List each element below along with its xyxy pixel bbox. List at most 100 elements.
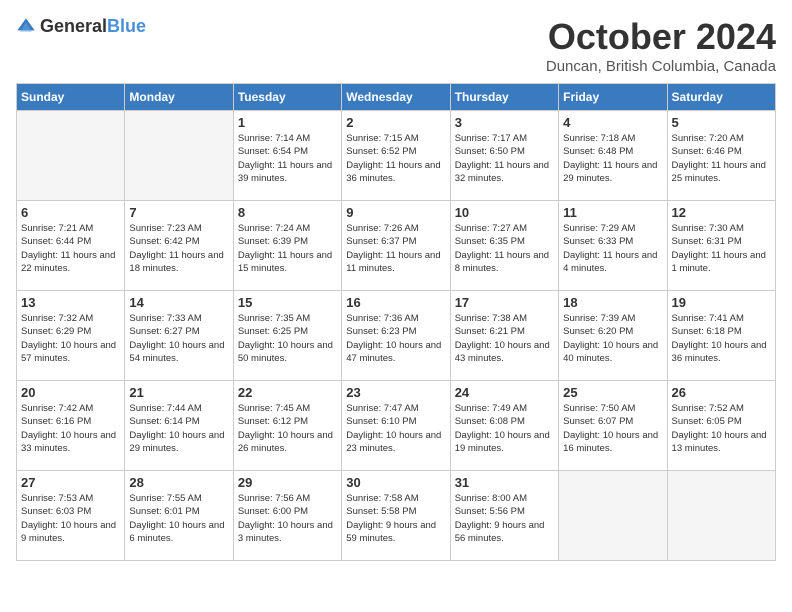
- day-number: 30: [346, 475, 445, 490]
- day-info: Sunrise: 7:15 AM Sunset: 6:52 PM Dayligh…: [346, 132, 445, 185]
- day-info: Sunrise: 7:21 AM Sunset: 6:44 PM Dayligh…: [21, 222, 120, 275]
- calendar-cell: 20Sunrise: 7:42 AM Sunset: 6:16 PM Dayli…: [17, 381, 125, 471]
- page-header: GeneralBlue October 2024 Duncan, British…: [16, 16, 776, 75]
- day-info: Sunrise: 7:14 AM Sunset: 6:54 PM Dayligh…: [238, 132, 337, 185]
- calendar-cell: 18 Sunrise: 7:39 AM Sunset: 6:20 PM Dayli…: [559, 291, 667, 381]
- month-title: October 2024: [546, 16, 776, 58]
- day-info: Sunrise: 8:00 AM Sunset: 5:56 PM Dayligh…: [455, 492, 554, 545]
- calendar-cell: 17 Sunrise: 7:38 AM Sunset: 6:21 PM Dayli…: [450, 291, 558, 381]
- day-number: 9: [346, 205, 445, 220]
- day-info: Sunrise: 7:29 AM Sunset: 6:33 PM Dayligh…: [563, 222, 662, 275]
- calendar-week-row: 6 Sunrise: 7:21 AM Sunset: 6:44 PM Daylig…: [17, 201, 776, 291]
- day-info: Sunrise: 7:56 AM Sunset: 6:00 PM Dayligh…: [238, 492, 337, 545]
- logo-text: GeneralBlue: [40, 16, 146, 37]
- calendar-cell: 16Sunrise: 7:36 AM Sunset: 6:23 PM Dayli…: [342, 291, 450, 381]
- calendar-cell: 15Sunrise: 7:35 AM Sunset: 6:25 PM Dayli…: [233, 291, 341, 381]
- calendar-cell: 22Sunrise: 7:45 AM Sunset: 6:12 PM Dayli…: [233, 381, 341, 471]
- calendar-cell: 27 Sunrise: 7:53 AM Sunset: 6:03 PM Dayli…: [17, 471, 125, 561]
- calendar-cell: [17, 111, 125, 201]
- calendar-cell: 6 Sunrise: 7:21 AM Sunset: 6:44 PM Daylig…: [17, 201, 125, 291]
- day-number: 27: [21, 475, 120, 490]
- day-number: 1: [238, 115, 337, 130]
- day-number: 4: [563, 115, 662, 130]
- day-number: 2: [346, 115, 445, 130]
- calendar-cell: 3Sunrise: 7:17 AM Sunset: 6:50 PM Daylig…: [450, 111, 558, 201]
- day-info: Sunrise: 7:20 AM Sunset: 6:46 PM Dayligh…: [672, 132, 771, 185]
- day-info: Sunrise: 7:47 AM Sunset: 6:10 PM Dayligh…: [346, 402, 445, 455]
- header-row: SundayMondayTuesdayWednesdayThursdayFrid…: [17, 84, 776, 111]
- day-number: 29: [238, 475, 337, 490]
- day-number: 7: [129, 205, 228, 220]
- calendar-cell: 13Sunrise: 7:32 AM Sunset: 6:29 PM Dayli…: [17, 291, 125, 381]
- day-number: 11: [563, 205, 662, 220]
- header-day-monday: Monday: [125, 84, 233, 111]
- calendar-cell: 7 Sunrise: 7:23 AM Sunset: 6:42 PM Daylig…: [125, 201, 233, 291]
- calendar-cell: 5 Sunrise: 7:20 AM Sunset: 6:46 PM Daylig…: [667, 111, 775, 201]
- calendar-cell: 30 Sunrise: 7:58 AM Sunset: 5:58 PM Dayli…: [342, 471, 450, 561]
- day-info: Sunrise: 7:39 AM Sunset: 6:20 PM Dayligh…: [563, 312, 662, 365]
- day-info: Sunrise: 7:35 AM Sunset: 6:25 PM Dayligh…: [238, 312, 337, 365]
- header-day-thursday: Thursday: [450, 84, 558, 111]
- day-number: 26: [672, 385, 771, 400]
- calendar-cell: [667, 471, 775, 561]
- calendar-cell: 25Sunrise: 7:50 AM Sunset: 6:07 PM Dayli…: [559, 381, 667, 471]
- day-number: 21: [129, 385, 228, 400]
- calendar-week-row: 27 Sunrise: 7:53 AM Sunset: 6:03 PM Dayli…: [17, 471, 776, 561]
- calendar-cell: 8Sunrise: 7:24 AM Sunset: 6:39 PM Daylig…: [233, 201, 341, 291]
- calendar-cell: [559, 471, 667, 561]
- day-info: Sunrise: 7:23 AM Sunset: 6:42 PM Dayligh…: [129, 222, 228, 275]
- calendar-cell: 2 Sunrise: 7:15 AM Sunset: 6:52 PM Daylig…: [342, 111, 450, 201]
- calendar-week-row: 1 Sunrise: 7:14 AM Sunset: 6:54 PM Daylig…: [17, 111, 776, 201]
- day-info: Sunrise: 7:36 AM Sunset: 6:23 PM Dayligh…: [346, 312, 445, 365]
- calendar-cell: 4 Sunrise: 7:18 AM Sunset: 6:48 PM Daylig…: [559, 111, 667, 201]
- day-info: Sunrise: 7:24 AM Sunset: 6:39 PM Dayligh…: [238, 222, 337, 275]
- calendar-cell: 9 Sunrise: 7:26 AM Sunset: 6:37 PM Daylig…: [342, 201, 450, 291]
- header-day-tuesday: Tuesday: [233, 84, 341, 111]
- day-number: 14: [129, 295, 228, 310]
- day-number: 5: [672, 115, 771, 130]
- calendar-cell: 28Sunrise: 7:55 AM Sunset: 6:01 PM Dayli…: [125, 471, 233, 561]
- header-day-friday: Friday: [559, 84, 667, 111]
- location-title: Duncan, British Columbia, Canada: [546, 58, 776, 75]
- day-info: Sunrise: 7:41 AM Sunset: 6:18 PM Dayligh…: [672, 312, 771, 365]
- day-number: 18: [563, 295, 662, 310]
- calendar-cell: 14 Sunrise: 7:33 AM Sunset: 6:27 PM Dayli…: [125, 291, 233, 381]
- calendar-table: SundayMondayTuesdayWednesdayThursdayFrid…: [16, 83, 776, 561]
- header-day-wednesday: Wednesday: [342, 84, 450, 111]
- day-info: Sunrise: 7:38 AM Sunset: 6:21 PM Dayligh…: [455, 312, 554, 365]
- day-info: Sunrise: 7:49 AM Sunset: 6:08 PM Dayligh…: [455, 402, 554, 455]
- calendar-cell: 11 Sunrise: 7:29 AM Sunset: 6:33 PM Dayli…: [559, 201, 667, 291]
- logo-icon: [16, 17, 36, 37]
- calendar-cell: 29 Sunrise: 7:56 AM Sunset: 6:00 PM Dayli…: [233, 471, 341, 561]
- day-number: 23: [346, 385, 445, 400]
- day-number: 22: [238, 385, 337, 400]
- day-info: Sunrise: 7:52 AM Sunset: 6:05 PM Dayligh…: [672, 402, 771, 455]
- day-info: Sunrise: 7:30 AM Sunset: 6:31 PM Dayligh…: [672, 222, 771, 275]
- calendar-cell: 24 Sunrise: 7:49 AM Sunset: 6:08 PM Dayli…: [450, 381, 558, 471]
- day-number: 17: [455, 295, 554, 310]
- day-number: 6: [21, 205, 120, 220]
- calendar-cell: 31Sunrise: 8:00 AM Sunset: 5:56 PM Dayli…: [450, 471, 558, 561]
- header-day-sunday: Sunday: [17, 84, 125, 111]
- calendar-cell: 23 Sunrise: 7:47 AM Sunset: 6:10 PM Dayli…: [342, 381, 450, 471]
- day-number: 24: [455, 385, 554, 400]
- day-number: 25: [563, 385, 662, 400]
- day-info: Sunrise: 7:53 AM Sunset: 6:03 PM Dayligh…: [21, 492, 120, 545]
- day-info: Sunrise: 7:42 AM Sunset: 6:16 PM Dayligh…: [21, 402, 120, 455]
- calendar-cell: 1 Sunrise: 7:14 AM Sunset: 6:54 PM Daylig…: [233, 111, 341, 201]
- calendar-week-row: 20Sunrise: 7:42 AM Sunset: 6:16 PM Dayli…: [17, 381, 776, 471]
- day-number: 19: [672, 295, 771, 310]
- day-info: Sunrise: 7:58 AM Sunset: 5:58 PM Dayligh…: [346, 492, 445, 545]
- calendar-cell: 12 Sunrise: 7:30 AM Sunset: 6:31 PM Dayli…: [667, 201, 775, 291]
- logo: GeneralBlue: [16, 16, 146, 37]
- day-number: 12: [672, 205, 771, 220]
- calendar-cell: 19 Sunrise: 7:41 AM Sunset: 6:18 PM Dayli…: [667, 291, 775, 381]
- day-info: Sunrise: 7:32 AM Sunset: 6:29 PM Dayligh…: [21, 312, 120, 365]
- calendar-cell: [125, 111, 233, 201]
- day-info: Sunrise: 7:33 AM Sunset: 6:27 PM Dayligh…: [129, 312, 228, 365]
- day-number: 3: [455, 115, 554, 130]
- day-info: Sunrise: 7:55 AM Sunset: 6:01 PM Dayligh…: [129, 492, 228, 545]
- day-number: 10: [455, 205, 554, 220]
- day-info: Sunrise: 7:26 AM Sunset: 6:37 PM Dayligh…: [346, 222, 445, 275]
- day-info: Sunrise: 7:18 AM Sunset: 6:48 PM Dayligh…: [563, 132, 662, 185]
